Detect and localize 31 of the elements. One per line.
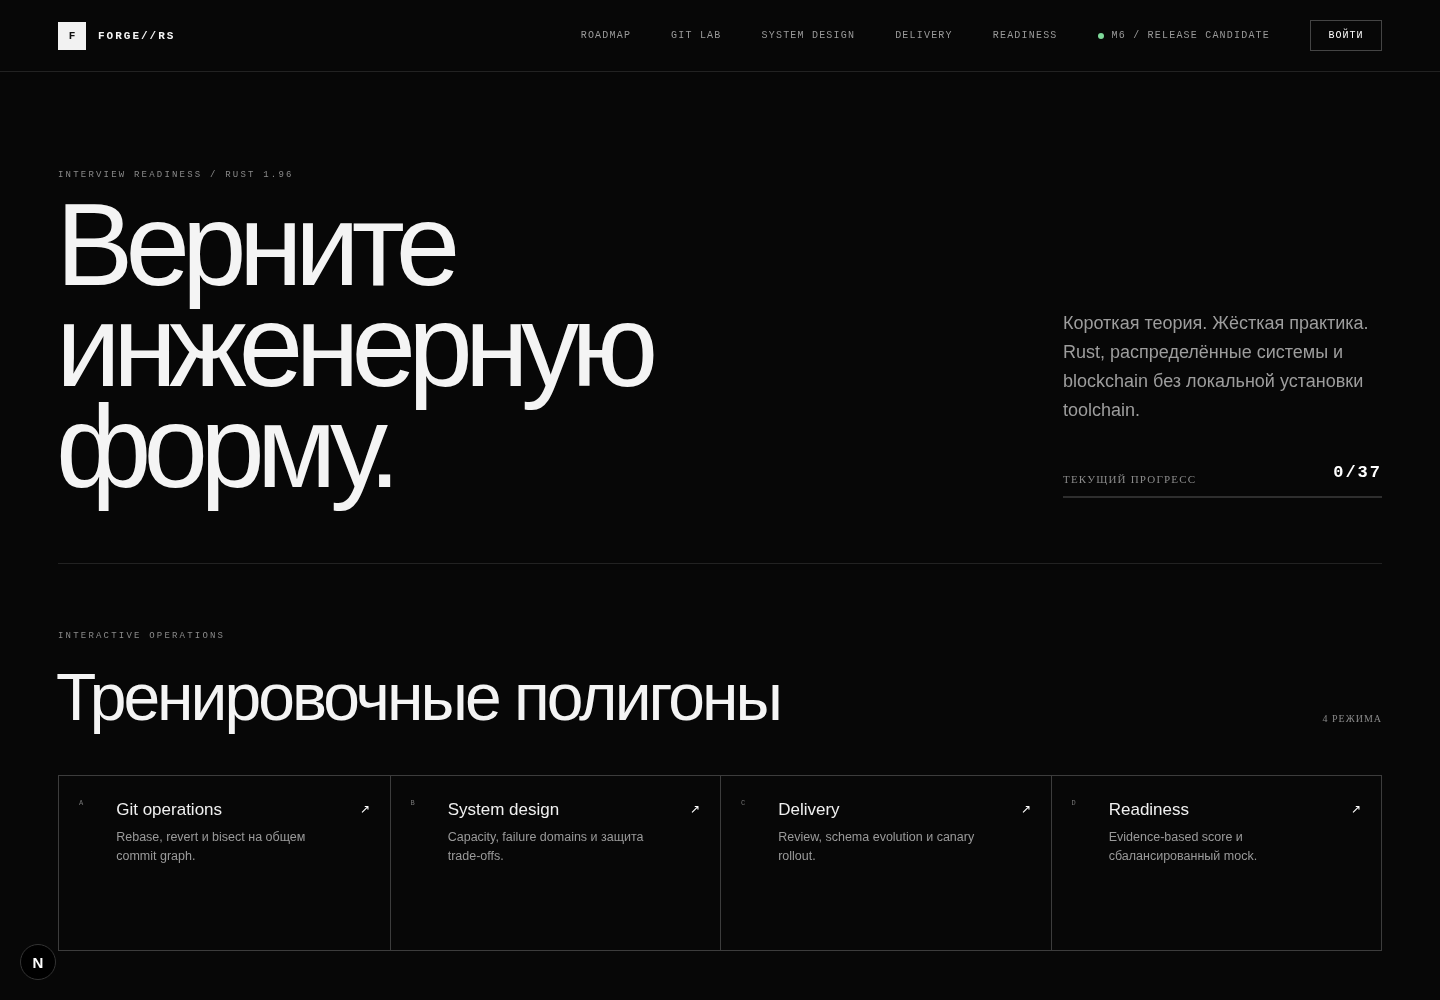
nav-link[interactable]: DELIVERY bbox=[895, 30, 953, 41]
status-dot-icon bbox=[1097, 32, 1104, 39]
card-title: Delivery bbox=[778, 799, 840, 821]
section-eyebrow: INTERVIEW READINESS / RUST 1.96 bbox=[58, 170, 295, 181]
section-heading: Тренировочные полигоны bbox=[56, 664, 780, 736]
brand-name: FORGE//RS bbox=[98, 29, 176, 42]
release-status: M6 / RELEASE CANDIDATE bbox=[1111, 30, 1270, 41]
progress-count: 0/37 bbox=[1333, 462, 1382, 484]
progress-label: ТЕКУЩИЙ ПРОГРЕСС bbox=[1063, 473, 1197, 485]
arrow-glyph: ↗ bbox=[1020, 801, 1031, 817]
mode-count: 4 РЕЖИМА bbox=[1322, 713, 1382, 724]
login-button[interactable]: ВОЙТИ bbox=[1310, 20, 1382, 51]
dev-tools-button[interactable]: N bbox=[20, 944, 56, 980]
card-title: Readiness bbox=[1108, 799, 1190, 821]
card-description: Rebase, revert и bisect на общем commit graph. bbox=[116, 829, 307, 865]
card-description: Evidence-based score и сбалансированный mock. bbox=[1108, 829, 1259, 865]
nav-link[interactable]: GIT LAB bbox=[671, 30, 722, 41]
card-title: Git operations bbox=[116, 799, 223, 821]
arrow-glyph: ↗ bbox=[1351, 801, 1361, 817]
card-description: Review, schema evolution и canary rollout. bbox=[778, 829, 976, 865]
section-eyebrow: INTERACTIVE OPERATIONS bbox=[58, 631, 227, 642]
arrow-glyph: ↗ bbox=[359, 801, 370, 817]
nav-link[interactable]: ROADMAP bbox=[580, 30, 632, 41]
nav-link[interactable]: SYSTEM DESIGN bbox=[761, 30, 856, 41]
hero-description: Короткая теория. Жёсткая практика. Rust, распределённые системы и blockchain без локальной установки toolchain. bbox=[1063, 312, 1370, 422]
card-title: System design bbox=[447, 799, 560, 821]
arrow-glyph: ↗ bbox=[690, 801, 700, 817]
nav-link[interactable]: READINESS bbox=[992, 30, 1058, 41]
logo-mark[interactable]: F bbox=[58, 21, 86, 50]
card-description: Capacity, failure domains и защита trade-offs. bbox=[447, 829, 645, 865]
hero-heading: Верните инженерную форму. bbox=[56, 195, 652, 514]
